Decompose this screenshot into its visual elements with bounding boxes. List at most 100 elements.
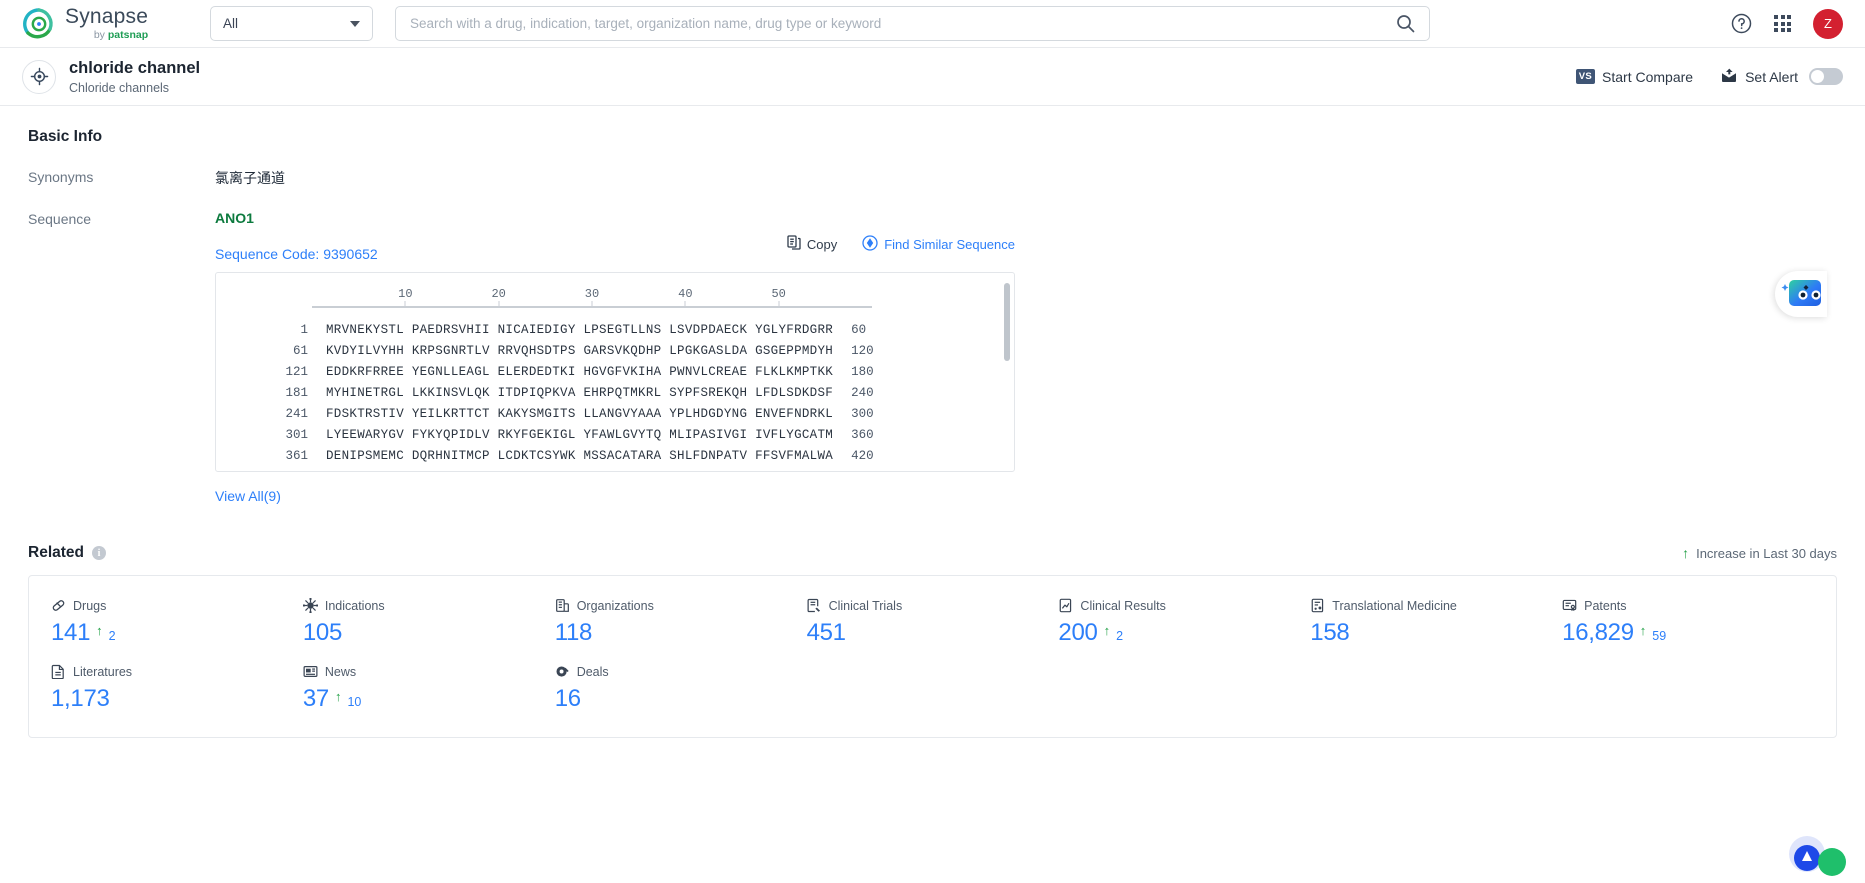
stat-card-clinical-trials[interactable]: Clinical Trials 451 [807,598,1059,647]
sequence-row: Sequence ANO1 Sequence Code: 9390652 [28,210,1837,506]
find-similar-sequence-button[interactable]: Find Similar Sequence [862,235,1015,254]
search-icon[interactable] [1396,14,1415,33]
set-alert-toggle[interactable] [1809,68,1843,85]
stat-value-row: 451 [807,619,1059,647]
sequence-lines: 1MRVNEKYSTL PAEDRSVHII NICAIEDIGY LPSEGT… [216,319,1014,466]
sequence-residues: DENIPSMEMC DQRHNITMCP LCDKTCSYWK MSSACAT… [326,449,833,463]
avatar[interactable]: Z [1813,9,1843,39]
capsule-icon [51,598,66,613]
sequence-end-index: 60 [851,323,866,337]
related-heading: Related [28,544,84,562]
stat-value: 118 [555,619,592,647]
global-search-box[interactable] [395,6,1430,41]
stat-value: 200 [1058,619,1097,647]
sequence-label: Sequence [28,210,215,506]
view-all-link[interactable]: View All(9) [215,488,281,504]
stat-increase-arrow-icon: ↑ [335,689,342,704]
deal-icon [555,664,570,679]
copy-button[interactable]: Copy [787,235,837,253]
stat-value-row: 118 [555,619,807,647]
apps-grid-icon[interactable] [1774,15,1791,32]
basic-info-heading: Basic Info [28,128,1837,146]
stat-value-row: 141 ↑ 2 [51,619,303,647]
set-alert-button[interactable]: Set Alert [1721,68,1843,86]
ruler-tick [685,301,686,308]
sequence-viewer[interactable]: 1020304050 1MRVNEKYSTL PAEDRSVHII NICAIE… [215,272,1015,472]
stat-card-indications[interactable]: Indications105 [303,598,555,647]
up-arrow-icon: ↑ [1682,546,1689,560]
stat-value-row: 16 [555,685,807,713]
stat-header: Literatures [51,664,303,679]
sequence-start-index: 361 [216,449,308,463]
app-logo[interactable]: Synapse by patsnap [22,6,190,41]
stat-value: 141 [51,619,90,647]
sequence-start-index: 241 [216,407,308,421]
sequence-residues: MYHINETRGL LKKINSVLQK ITDPIQPKVA EHRPQTM… [326,386,833,400]
stat-header: Patents [1562,598,1814,613]
sequence-line: 361 DENIPSMEMC DQRHNITMCP LCDKTCSYWK MSSA… [216,445,1014,466]
search-category-select[interactable]: All [210,6,373,41]
stat-header: Clinical Results [1058,598,1310,613]
sequence-line: 61KVDYILVYHH KRPSGNRTLV RRVQHSDTPS GARSV… [216,340,1014,361]
ruler-tick [405,301,406,308]
find-similar-icon [862,235,878,254]
entity-subtitle: Chloride channels [69,81,200,95]
sequence-start-index: 121 [216,365,308,379]
search-category-value: All [223,16,238,31]
search-input[interactable] [410,16,1396,31]
start-compare-label: Start Compare [1602,69,1693,85]
ruler-tick [498,301,499,308]
stat-label: Translational Medicine [1332,599,1457,613]
copy-icon [787,235,801,253]
find-similar-label: Find Similar Sequence [884,237,1015,252]
sequence-residues: LYEEWARYGV FYKYQPIDLV RKYFGEKIGL YFAWLGV… [326,428,833,442]
sequence-start-index: 301 [216,428,308,442]
virus-icon [303,598,318,613]
start-compare-button[interactable]: VS Start Compare [1576,69,1693,85]
stat-value: 158 [1310,619,1349,647]
clinical-result-icon [1058,598,1073,613]
target-icon [22,60,56,94]
copy-label: Copy [807,237,837,252]
stat-card-translational-medicine[interactable]: Translational Medicine 158 [1310,598,1562,647]
stat-header: Clinical Trials [807,598,1059,613]
synonyms-value: 氯离子通道 [215,168,285,188]
sequence-line: 1MRVNEKYSTL PAEDRSVHII NICAIEDIGY LPSEGT… [216,319,1014,340]
assistant-bot-icon[interactable] [1775,271,1827,317]
floating-action-icons[interactable] [1787,814,1851,878]
sequence-line: 241FDSKTRSTIV YEILKRTTCT KAKYSMGITS LLAN… [216,403,1014,424]
ruler-tick-label: 50 [771,287,785,301]
stat-delta: 10 [347,695,361,709]
stat-card-patents[interactable]: Patents16,829↑59 [1562,598,1814,647]
entity-title-block: chloride channel Chloride channels [69,58,200,95]
sequence-tools: Copy Find Similar Sequence [787,235,1015,254]
main-content: Basic Info Synonyms 氯离子通道 Sequence ANO1 … [0,106,1865,738]
stat-card-literatures[interactable]: Literatures1,173 [51,664,303,713]
synonyms-label: Synonyms [28,168,215,188]
related-header: Related i ↑ Increase in Last 30 days [28,544,1837,562]
sequence-end-index: 420 [851,449,874,463]
stat-card-drugs[interactable]: Drugs 141 ↑ 2 [51,598,303,647]
stat-card-news[interactable]: News37↑10 [303,664,555,713]
help-icon[interactable] [1731,13,1752,34]
stat-delta: 2 [109,629,116,643]
stat-value-row: 105 [303,619,555,647]
sequence-start-index: 61 [216,344,308,358]
sequence-code[interactable]: Sequence Code: 9390652 [215,246,378,262]
stat-card-clinical-results[interactable]: Clinical Results200↑2 [1058,598,1310,647]
sequence-scrollbar[interactable] [1004,283,1010,361]
info-icon[interactable]: i [92,546,106,560]
sequence-end-index: 300 [851,407,874,421]
chevron-down-icon [350,21,360,27]
sequence-line: 301 LYEEWARYGV FYKYQPIDLV RKYFGEKIGL YFAW… [216,424,1014,445]
entity-actions: VS Start Compare Set Alert [1576,68,1843,86]
sequence-end-index: 240 [851,386,874,400]
sequence-residues: EDDKRFRREE YEGNLLEAGL ELERDEDTKI HGVGFVK… [326,365,833,379]
stat-value: 451 [807,619,846,647]
stat-header: Drugs [51,598,303,613]
stat-card-deals[interactable]: Deals16 [555,664,807,713]
stat-card-organizations[interactable]: Organizations118 [555,598,807,647]
stat-increase-arrow-icon: ↑ [96,623,103,638]
legend-label: Increase in Last 30 days [1696,546,1837,561]
synonyms-row: Synonyms 氯离子通道 [28,168,1837,188]
